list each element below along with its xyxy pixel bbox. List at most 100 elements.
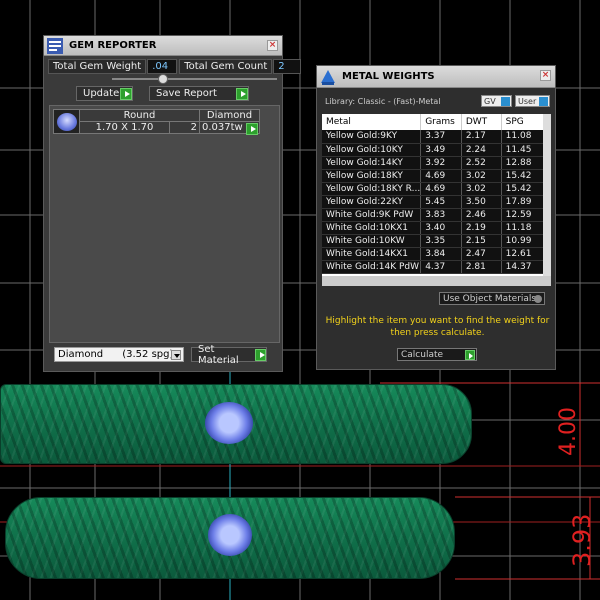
dwt-cell: 3.02 — [461, 182, 502, 196]
grams-cell: 3.84 — [420, 247, 462, 261]
metal-name-cell: White Gold:10KX1 — [322, 221, 422, 235]
spg-cell: 12.88 — [501, 156, 545, 170]
material-select[interactable]: Diamond (3.52 spg) — [54, 347, 184, 362]
set-material-button[interactable]: Set Material — [191, 344, 267, 366]
dimension-bottom: 3.93 — [568, 513, 596, 567]
spg-cell: 14.37 — [501, 260, 545, 274]
metal-name-cell: White Gold:9K PdW — [322, 208, 422, 222]
gv-toggle-icon — [501, 97, 510, 106]
instruction-text: Highlight the item you want to find the … — [325, 316, 550, 338]
gem-reporter-title: GEM REPORTER — [69, 40, 157, 51]
grams-cell: 4.69 — [420, 169, 462, 183]
spg-cell: 12.61 — [501, 247, 545, 261]
gv-toggle-label: GV — [484, 96, 496, 106]
gem-weight-value: 0.037tw — [202, 122, 243, 133]
update-button[interactable]: Update — [76, 86, 133, 101]
calculate-button[interactable]: Calculate — [397, 348, 477, 361]
gem-size: 1.70 X 1.70 — [79, 121, 170, 134]
metal-table: Metal Grams DWT SPG Yellow Gold:9KY 3.37 2… — [322, 114, 545, 274]
total-gem-weight-value: .04 — [147, 59, 178, 74]
metal-name-cell: Yellow Gold:14KY — [322, 156, 422, 170]
metal-name-cell: White Gold:10KW — [322, 234, 422, 248]
dwt-cell: 3.50 — [461, 195, 502, 209]
table-row[interactable]: 1.70 X 1.70 2 0.037tw — [54, 121, 260, 135]
total-gem-count-label: Total Gem Count — [179, 59, 273, 74]
gem-material-header: Diamond — [199, 109, 260, 122]
grams-cell: 4.37 — [420, 260, 462, 274]
gem-list-area: Round Diamond 1.70 X 1.70 2 0.037tw — [49, 105, 280, 343]
calculate-play-icon — [465, 350, 475, 360]
save-report-button-label: Save Report — [156, 88, 217, 99]
user-toggle-label: User — [518, 96, 537, 106]
gem-reporter-close-icon[interactable]: × — [267, 40, 278, 51]
material-select-value: Diamond (3.52 spg) — [58, 349, 174, 360]
spg-cell: 11.45 — [501, 143, 545, 157]
metal-name-cell: Yellow Gold:9KY — [322, 130, 422, 144]
user-toggle[interactable]: User — [515, 95, 550, 107]
table-row[interactable]: White Gold:10KX1 3.40 2.19 11.18 — [322, 221, 545, 235]
column-header-metal[interactable]: Metal — [322, 114, 422, 130]
metal-name-cell: White Gold:14K PdW — [322, 260, 422, 274]
gem-table: Round Diamond 1.70 X 1.70 2 0.037tw — [53, 109, 260, 135]
spg-cell: 17.89 — [501, 195, 545, 209]
column-header-grams[interactable]: Grams — [420, 114, 462, 130]
dwt-cell: 2.47 — [461, 247, 502, 261]
table-row[interactable]: Yellow Gold:9KY 3.37 2.17 11.08 — [322, 130, 545, 144]
gv-toggle[interactable]: GV — [481, 95, 512, 107]
gem-row-play-icon[interactable] — [246, 123, 258, 135]
gem-top-view[interactable] — [205, 402, 253, 444]
grams-cell: 3.92 — [420, 156, 462, 170]
library-label: Library: Classic - (Fast)-Metal — [325, 97, 441, 106]
dwt-cell: 2.52 — [461, 156, 502, 170]
set-material-button-label: Set Material — [198, 343, 239, 366]
dwt-cell: 3.02 — [461, 169, 502, 183]
metal-name-cell: Yellow Gold:18KY R... — [322, 182, 422, 196]
gem-slider-handle[interactable] — [158, 74, 168, 84]
table-row[interactable]: Yellow Gold:10KY 3.49 2.24 11.45 — [322, 143, 545, 157]
gem-front-view[interactable] — [208, 514, 252, 556]
column-header-dwt[interactable]: DWT — [461, 114, 502, 130]
metal-table-horizontal-scrollbar[interactable] — [322, 276, 551, 286]
spg-cell: 15.42 — [501, 182, 545, 196]
gem-slider-track[interactable] — [112, 78, 277, 80]
grams-cell: 3.83 — [420, 208, 462, 222]
table-row[interactable]: White Gold:9K PdW 3.83 2.46 12.59 — [322, 208, 545, 222]
use-object-materials-toggle[interactable]: Use Object Materials — [439, 292, 545, 305]
update-button-label: Update — [83, 88, 120, 99]
table-row[interactable]: Yellow Gold:18KY R... 4.69 3.02 15.42 — [322, 182, 545, 196]
radio-icon — [534, 295, 542, 303]
gem-count: 2 — [169, 121, 200, 134]
save-report-button[interactable]: Save Report — [149, 86, 249, 101]
column-header-spg[interactable]: SPG — [501, 114, 545, 130]
table-row[interactable]: Yellow Gold:14KY 3.92 2.52 12.88 — [322, 156, 545, 170]
dwt-cell: 2.46 — [461, 208, 502, 222]
table-row[interactable]: Yellow Gold:22KY 5.45 3.50 17.89 — [322, 195, 545, 209]
metal-weights-titlebar[interactable]: METAL WEIGHTS × — [317, 66, 555, 88]
grams-cell: 3.40 — [420, 221, 462, 235]
table-row[interactable]: White Gold:14KX1 3.84 2.47 12.61 — [322, 247, 545, 261]
spg-cell: 15.42 — [501, 169, 545, 183]
gem-weight: 0.037tw — [199, 121, 260, 135]
table-row[interactable]: White Gold:10KW 3.35 2.15 10.99 — [322, 234, 545, 248]
metal-weights-title: METAL WEIGHTS — [342, 71, 435, 82]
metal-table-vertical-scrollbar[interactable] — [543, 114, 551, 286]
table-row[interactable]: White Gold:14K PdW 4.37 2.81 14.37 — [322, 260, 545, 274]
use-object-materials-label: Use Object Materials — [443, 293, 537, 304]
gem-reporter-panel: GEM REPORTER × Total Gem Weight .04 Tota… — [43, 35, 302, 372]
grams-cell: 5.45 — [420, 195, 462, 209]
metal-weights-panel: METAL WEIGHTS × Library: Classic - (Fast… — [316, 65, 556, 370]
dwt-cell: 2.19 — [461, 221, 502, 235]
gem-reporter-titlebar[interactable]: GEM REPORTER × — [44, 36, 282, 56]
metal-weights-close-icon[interactable]: × — [540, 70, 551, 81]
total-gem-count-value: 2 — [273, 59, 302, 74]
gem-reporter-icon — [47, 37, 63, 54]
calculate-button-label: Calculate — [401, 349, 444, 360]
dwt-cell: 2.17 — [461, 130, 502, 144]
metal-name-cell: Yellow Gold:18KY — [322, 169, 422, 183]
gem-thumbnail[interactable] — [53, 109, 80, 134]
table-row[interactable]: Yellow Gold:18KY 4.69 3.02 15.42 — [322, 169, 545, 183]
grams-cell: 3.35 — [420, 234, 462, 248]
dwt-cell: 2.24 — [461, 143, 502, 157]
metal-table-container: Metal Grams DWT SPG Yellow Gold:9KY 3.37 2… — [322, 114, 551, 286]
grams-cell: 3.37 — [420, 130, 462, 144]
